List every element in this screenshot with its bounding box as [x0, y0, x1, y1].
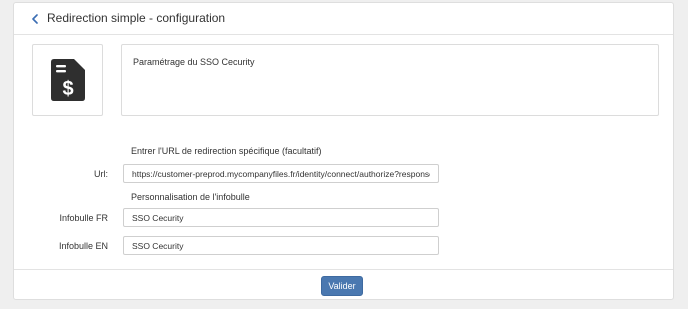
- summary-icon-box: $: [32, 44, 103, 116]
- description-text: Paramétrage du SSO Cecurity: [133, 57, 255, 67]
- configuration-panel: Redirection simple - configuration $ Par…: [13, 2, 674, 300]
- svg-text:$: $: [62, 78, 73, 100]
- submit-button[interactable]: Valider: [321, 276, 363, 296]
- footer-divider: [14, 269, 673, 270]
- tooltip-fr-input[interactable]: [123, 208, 439, 227]
- tooltip-section-label: Personnalisation de l'infobulle: [131, 192, 250, 202]
- tooltip-fr-label: Infobulle FR: [59, 213, 108, 223]
- back-button[interactable]: [28, 11, 42, 27]
- page-title: Redirection simple - configuration: [47, 11, 226, 25]
- redirect-section-label: Entrer l'URL de redirection spécifique (…: [131, 146, 322, 156]
- url-label: Url:: [94, 169, 108, 179]
- tooltip-en-label: Infobulle EN: [58, 241, 108, 251]
- chevron-left-icon: [32, 14, 38, 24]
- invoice-dollar-document-icon: $: [50, 59, 85, 101]
- tooltip-en-input[interactable]: [123, 236, 439, 255]
- panel-header: Redirection simple - configuration: [14, 3, 673, 35]
- url-input[interactable]: [123, 164, 439, 183]
- description-box: Paramétrage du SSO Cecurity: [121, 44, 659, 116]
